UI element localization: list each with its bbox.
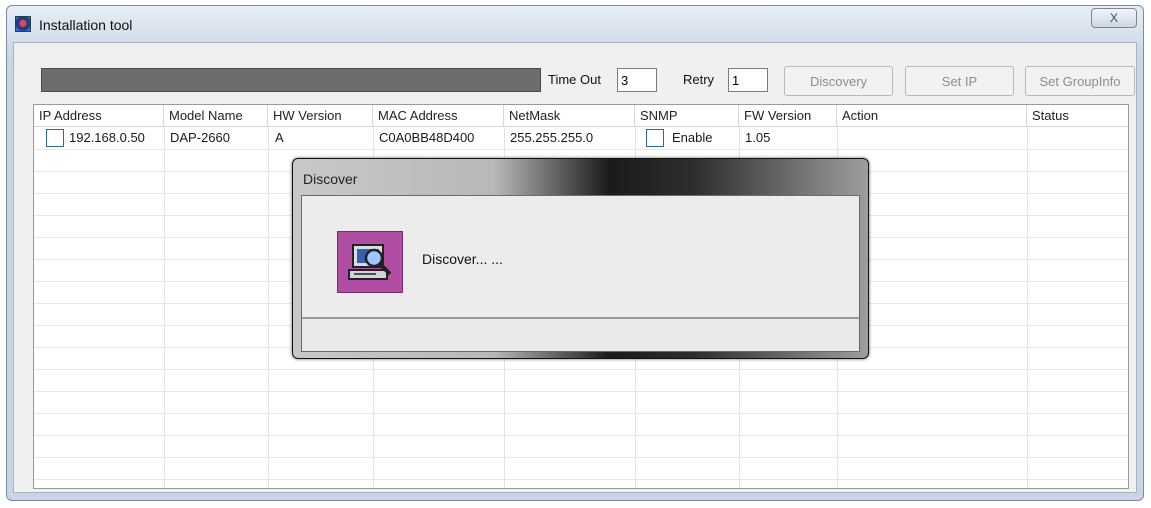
column-header-action[interactable]: Action bbox=[837, 105, 1027, 126]
cell-model-name: DAP-2660 bbox=[170, 130, 230, 145]
column-header-snmp[interactable]: SNMP bbox=[635, 105, 739, 126]
dialog-status-bar bbox=[302, 317, 859, 351]
column-header-mac-address[interactable]: MAC Address bbox=[373, 105, 504, 126]
cell-snmp: Enable bbox=[672, 130, 713, 145]
column-header-netmask[interactable]: NetMask bbox=[504, 105, 635, 126]
cell-netmask: 255.255.255.0 bbox=[510, 130, 594, 145]
retry-input[interactable] bbox=[728, 68, 768, 92]
snmp-enable-checkbox[interactable] bbox=[646, 129, 664, 147]
close-icon: X bbox=[1109, 11, 1118, 25]
table-header: IP Address Model Name HW Version MAC Add… bbox=[34, 105, 1128, 127]
column-header-hw-version[interactable]: HW Version bbox=[268, 105, 373, 126]
timeout-label: Time Out bbox=[548, 72, 601, 87]
column-header-model-name[interactable]: Model Name bbox=[164, 105, 268, 126]
close-button[interactable]: X bbox=[1091, 8, 1137, 28]
set-groupinfo-button[interactable]: Set GroupInfo bbox=[1025, 66, 1135, 96]
app-logo-icon bbox=[15, 16, 31, 32]
set-ip-button[interactable]: Set IP bbox=[905, 66, 1014, 96]
cell-fw-version: 1.05 bbox=[745, 130, 771, 145]
cell-ip-address: 192.168.0.50 bbox=[69, 130, 145, 145]
column-header-fw-version[interactable]: FW Version bbox=[739, 105, 837, 126]
row-select-checkbox[interactable] bbox=[46, 129, 64, 147]
dialog-body: Discover... ... bbox=[301, 195, 860, 352]
discover-dialog: Discover Discover... ... bbox=[292, 158, 869, 359]
discovery-progress-bar bbox=[41, 68, 541, 92]
dialog-title: Discover bbox=[303, 171, 358, 187]
title-bar: Installation tool X bbox=[7, 6, 1143, 42]
computer-search-icon bbox=[337, 231, 403, 293]
dialog-message: Discover... ... bbox=[422, 251, 503, 267]
cell-hw-version: A bbox=[275, 130, 284, 145]
retry-label: Retry bbox=[683, 72, 715, 87]
window-title: Installation tool bbox=[39, 17, 133, 33]
timeout-input[interactable] bbox=[617, 68, 657, 92]
cell-mac-address: C0A0BB48D400 bbox=[379, 130, 475, 145]
column-header-ip-address[interactable]: IP Address bbox=[34, 105, 164, 126]
discovery-button[interactable]: Discovery bbox=[784, 66, 893, 96]
column-header-status[interactable]: Status bbox=[1027, 105, 1128, 126]
